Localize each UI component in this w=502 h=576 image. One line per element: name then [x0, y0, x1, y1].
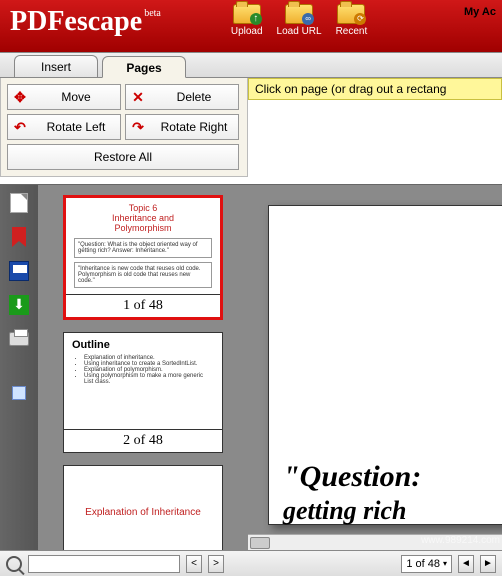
- pages-panel-icon[interactable]: [9, 193, 29, 213]
- search-input[interactable]: [28, 555, 180, 573]
- thumbnail-3[interactable]: Explanation of Inheritance 3 of 48: [63, 465, 223, 550]
- thumb-caption: 2 of 48: [64, 429, 222, 452]
- delete-label: Delete: [150, 90, 238, 104]
- hint-bar: Click on page (or drag out a rectang: [248, 78, 502, 100]
- page-display: 1 of 48: [406, 558, 440, 570]
- move-icon: ✥: [8, 89, 32, 106]
- pages-tool-panel: ✥ Move ✕ Delete ↶ Rotate Left ↷ Rotate R…: [0, 78, 248, 177]
- slide-title: Topic 6 Inheritance and Polymorphism: [74, 204, 212, 234]
- save-icon[interactable]: [9, 261, 29, 281]
- app-logo: PDFescape beta: [0, 0, 171, 38]
- slide-bullets: Explanation of inheritance. Using inheri…: [84, 355, 214, 385]
- upload-label: Upload: [231, 26, 263, 37]
- page-preview[interactable]: "Question: getting rich: [248, 185, 502, 550]
- thumbnail-2[interactable]: Outline Explanation of inheritance. Usin…: [63, 332, 223, 453]
- header-buttons: ↑ Upload ∞ Load URL ⟳ Recent: [231, 4, 367, 37]
- thumbnail-list[interactable]: Topic 6 Inheritance and Polymorphism "Qu…: [38, 185, 248, 550]
- rotate-right-label: Rotate Right: [150, 120, 238, 134]
- download-icon[interactable]: ⬇: [9, 295, 29, 315]
- delete-button[interactable]: ✕ Delete: [125, 84, 239, 110]
- load-url-label: Load URL: [277, 26, 322, 37]
- rotate-right-icon: ↷: [126, 119, 150, 136]
- load-url-button[interactable]: ∞ Load URL: [277, 4, 322, 37]
- search-prev-button[interactable]: <: [186, 555, 202, 573]
- upload-button[interactable]: ↑ Upload: [231, 4, 263, 37]
- page-text-line2: getting rich: [283, 496, 407, 526]
- search-icon[interactable]: [6, 556, 22, 572]
- page-indicator[interactable]: 1 of 48 ▾: [401, 555, 452, 573]
- my-account-link[interactable]: My Ac: [464, 6, 496, 18]
- search-next-button[interactable]: >: [208, 555, 224, 573]
- page-text-line1: "Question:: [283, 460, 421, 494]
- restore-all-label: Restore All: [8, 150, 238, 164]
- slide-title: Explanation of Inheritance: [85, 507, 201, 518]
- app-header: PDFescape beta ↑ Upload ∞ Load URL ⟳ Rec…: [0, 0, 502, 52]
- rotate-left-label: Rotate Left: [32, 120, 120, 134]
- side-icon-column: ⬇: [0, 185, 38, 550]
- folder-upload-icon: ↑: [233, 4, 261, 24]
- thumbnail-1[interactable]: Topic 6 Inheritance and Polymorphism "Qu…: [63, 195, 223, 320]
- recent-label: Recent: [336, 26, 368, 37]
- slide-box2: "Inheritance is new code that reuses old…: [74, 262, 212, 288]
- tab-pages[interactable]: Pages: [102, 56, 186, 78]
- select-icon[interactable]: [9, 383, 29, 403]
- restore-all-button[interactable]: Restore All: [7, 144, 239, 170]
- tab-insert[interactable]: Insert: [14, 55, 98, 77]
- logo-badge: beta: [144, 8, 161, 19]
- thumb-caption: 1 of 48: [66, 294, 220, 317]
- logo-text: PDFescape: [10, 6, 142, 38]
- bookmark-icon[interactable]: [9, 227, 29, 247]
- move-button[interactable]: ✥ Move: [7, 84, 121, 110]
- recent-button[interactable]: ⟳ Recent: [336, 4, 368, 37]
- bullet: Using polymorphism to make a more generi…: [84, 373, 214, 385]
- slide-preview: Outline Explanation of inheritance. Usin…: [64, 333, 222, 429]
- slide-preview: Explanation of Inheritance: [64, 466, 222, 550]
- move-label: Move: [32, 90, 120, 104]
- main-area: ⬇ Topic 6 Inheritance and Polymorphism "…: [0, 184, 502, 550]
- tab-row: Insert Pages: [0, 52, 502, 78]
- rotate-left-icon: ↶: [8, 119, 32, 136]
- scrollbar-thumb[interactable]: [250, 537, 270, 549]
- print-icon[interactable]: [9, 329, 29, 349]
- folder-link-icon: ∞: [285, 4, 313, 24]
- rotate-left-button[interactable]: ↶ Rotate Left: [7, 114, 121, 140]
- rotate-right-button[interactable]: ↷ Rotate Right: [125, 114, 239, 140]
- footer-bar: < > 1 of 48 ▾ ◄ ►: [0, 550, 502, 576]
- slide-title: Outline: [72, 339, 214, 351]
- page-dropdown-icon[interactable]: ▾: [443, 559, 447, 568]
- page-prev-button[interactable]: ◄: [458, 555, 474, 573]
- slide-box1: "Question: What is the object oriented w…: [74, 238, 212, 258]
- horizontal-scrollbar[interactable]: [248, 534, 502, 550]
- delete-icon: ✕: [126, 89, 150, 106]
- pdf-page[interactable]: "Question: getting rich: [268, 205, 502, 525]
- folder-recent-icon: ⟳: [337, 4, 365, 24]
- page-next-button[interactable]: ►: [480, 555, 496, 573]
- slide-preview: Topic 6 Inheritance and Polymorphism "Qu…: [66, 198, 220, 294]
